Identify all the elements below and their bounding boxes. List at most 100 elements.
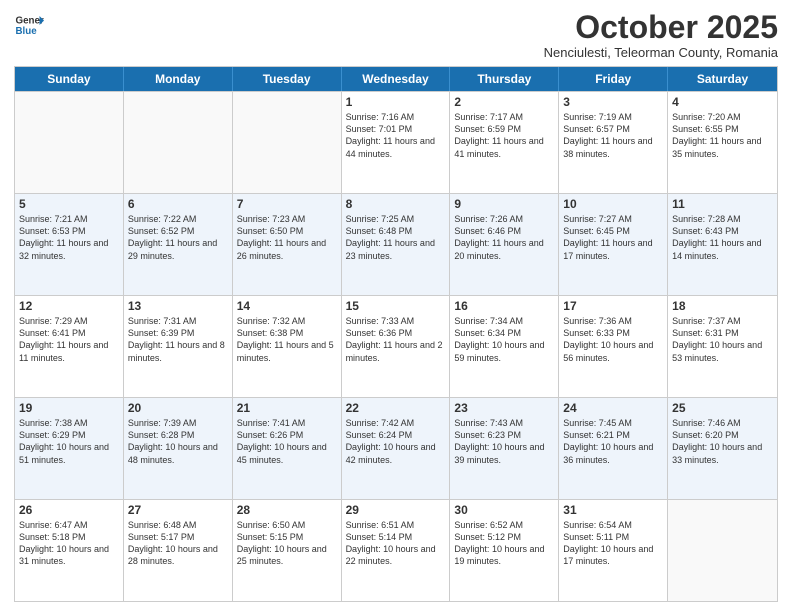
calendar: SundayMondayTuesdayWednesdayThursdayFrid… [14, 66, 778, 602]
day-cell-28: 28 Sunrise: 6:50 AM Sunset: 5:15 PM Dayli… [233, 500, 342, 601]
day-info: Sunrise: 7:20 AM Sunset: 6:55 PM Dayligh… [672, 111, 773, 160]
day-info: Sunrise: 7:43 AM Sunset: 6:23 PM Dayligh… [454, 417, 554, 466]
month-title: October 2025 [544, 10, 778, 45]
day-info: Sunrise: 7:39 AM Sunset: 6:28 PM Dayligh… [128, 417, 228, 466]
day-cell-29: 29 Sunrise: 6:51 AM Sunset: 5:14 PM Dayli… [342, 500, 451, 601]
week-row-4: 26 Sunrise: 6:47 AM Sunset: 5:18 PM Dayli… [15, 499, 777, 601]
day-number: 10 [563, 197, 663, 211]
empty-cell [124, 92, 233, 193]
day-info: Sunrise: 6:50 AM Sunset: 5:15 PM Dayligh… [237, 519, 337, 568]
day-info: Sunrise: 7:37 AM Sunset: 6:31 PM Dayligh… [672, 315, 773, 364]
day-info: Sunrise: 7:16 AM Sunset: 7:01 PM Dayligh… [346, 111, 446, 160]
header-day-wednesday: Wednesday [342, 67, 451, 91]
day-cell-14: 14Sunrise: 7:32 AM Sunset: 6:38 PM Dayli… [233, 296, 342, 397]
day-number: 25 [672, 401, 773, 415]
day-cell-4: 4 Sunrise: 7:20 AM Sunset: 6:55 PM Daylig… [668, 92, 777, 193]
day-cell-7: 7 Sunrise: 7:23 AM Sunset: 6:50 PM Daylig… [233, 194, 342, 295]
calendar-body: 1 Sunrise: 7:16 AM Sunset: 7:01 PM Daylig… [15, 91, 777, 601]
day-number: 26 [19, 503, 119, 517]
day-number: 17 [563, 299, 663, 313]
header-day-monday: Monday [124, 67, 233, 91]
day-cell-15: 15 Sunrise: 7:33 AM Sunset: 6:36 PM Dayli… [342, 296, 451, 397]
day-number: 18 [672, 299, 773, 313]
day-cell-27: 27 Sunrise: 6:48 AM Sunset: 5:17 PM Dayli… [124, 500, 233, 601]
page: General Blue October 2025 Nenciulesti, T… [0, 0, 792, 612]
day-number: 16 [454, 299, 554, 313]
day-number: 1 [346, 95, 446, 109]
day-info: Sunrise: 7:22 AM Sunset: 6:52 PM Dayligh… [128, 213, 228, 262]
day-cell-6: 6Sunrise: 7:22 AM Sunset: 6:52 PM Daylig… [124, 194, 233, 295]
day-cell-8: 8 Sunrise: 7:25 AM Sunset: 6:48 PM Daylig… [342, 194, 451, 295]
day-number: 2 [454, 95, 554, 109]
day-info: Sunrise: 7:45 AM Sunset: 6:21 PM Dayligh… [563, 417, 663, 466]
day-number: 5 [19, 197, 119, 211]
day-cell-21: 21 Sunrise: 7:41 AM Sunset: 6:26 PM Dayli… [233, 398, 342, 499]
day-cell-5: 5Sunrise: 7:21 AM Sunset: 6:53 PM Daylig… [15, 194, 124, 295]
day-number: 13 [128, 299, 228, 313]
logo-icon: General Blue [14, 10, 44, 40]
day-cell-19: 19Sunrise: 7:38 AM Sunset: 6:29 PM Dayli… [15, 398, 124, 499]
day-number: 31 [563, 503, 663, 517]
day-info: Sunrise: 6:52 AM Sunset: 5:12 PM Dayligh… [454, 519, 554, 568]
day-cell-22: 22Sunrise: 7:42 AM Sunset: 6:24 PM Dayli… [342, 398, 451, 499]
day-number: 15 [346, 299, 446, 313]
day-info: Sunrise: 7:28 AM Sunset: 6:43 PM Dayligh… [672, 213, 773, 262]
day-cell-31: 31 Sunrise: 6:54 AM Sunset: 5:11 PM Dayli… [559, 500, 668, 601]
day-info: Sunrise: 6:47 AM Sunset: 5:18 PM Dayligh… [19, 519, 119, 568]
day-number: 3 [563, 95, 663, 109]
svg-text:Blue: Blue [16, 26, 38, 37]
empty-cell [233, 92, 342, 193]
day-number: 19 [19, 401, 119, 415]
day-cell-23: 23Sunrise: 7:43 AM Sunset: 6:23 PM Dayli… [450, 398, 559, 499]
day-cell-17: 17 Sunrise: 7:36 AM Sunset: 6:33 PM Dayli… [559, 296, 668, 397]
day-cell-12: 12 Sunrise: 7:29 AM Sunset: 6:41 PM Dayli… [15, 296, 124, 397]
day-number: 11 [672, 197, 773, 211]
day-number: 21 [237, 401, 337, 415]
day-info: Sunrise: 7:36 AM Sunset: 6:33 PM Dayligh… [563, 315, 663, 364]
header-day-friday: Friday [559, 67, 668, 91]
day-cell-20: 20 Sunrise: 7:39 AM Sunset: 6:28 PM Dayli… [124, 398, 233, 499]
day-number: 28 [237, 503, 337, 517]
day-number: 29 [346, 503, 446, 517]
day-info: Sunrise: 7:29 AM Sunset: 6:41 PM Dayligh… [19, 315, 119, 364]
day-info: Sunrise: 6:48 AM Sunset: 5:17 PM Dayligh… [128, 519, 228, 568]
day-cell-13: 13 Sunrise: 7:31 AM Sunset: 6:39 PM Dayli… [124, 296, 233, 397]
day-cell-10: 10Sunrise: 7:27 AM Sunset: 6:45 PM Dayli… [559, 194, 668, 295]
day-cell-30: 30Sunrise: 6:52 AM Sunset: 5:12 PM Dayli… [450, 500, 559, 601]
day-number: 9 [454, 197, 554, 211]
header-day-sunday: Sunday [15, 67, 124, 91]
day-cell-11: 11 Sunrise: 7:28 AM Sunset: 6:43 PM Dayli… [668, 194, 777, 295]
day-cell-16: 16 Sunrise: 7:34 AM Sunset: 6:34 PM Dayli… [450, 296, 559, 397]
day-cell-24: 24 Sunrise: 7:45 AM Sunset: 6:21 PM Dayli… [559, 398, 668, 499]
day-info: Sunrise: 7:19 AM Sunset: 6:57 PM Dayligh… [563, 111, 663, 160]
day-info: Sunrise: 6:54 AM Sunset: 5:11 PM Dayligh… [563, 519, 663, 568]
day-info: Sunrise: 7:41 AM Sunset: 6:26 PM Dayligh… [237, 417, 337, 466]
day-cell-25: 25Sunrise: 7:46 AM Sunset: 6:20 PM Dayli… [668, 398, 777, 499]
day-cell-9: 9Sunrise: 7:26 AM Sunset: 6:46 PM Daylig… [450, 194, 559, 295]
day-number: 4 [672, 95, 773, 109]
header-day-tuesday: Tuesday [233, 67, 342, 91]
week-row-3: 19Sunrise: 7:38 AM Sunset: 6:29 PM Dayli… [15, 397, 777, 499]
day-number: 20 [128, 401, 228, 415]
calendar-header: SundayMondayTuesdayWednesdayThursdayFrid… [15, 67, 777, 91]
day-info: Sunrise: 7:31 AM Sunset: 6:39 PM Dayligh… [128, 315, 228, 364]
day-info: Sunrise: 7:25 AM Sunset: 6:48 PM Dayligh… [346, 213, 446, 262]
day-cell-2: 2 Sunrise: 7:17 AM Sunset: 6:59 PM Daylig… [450, 92, 559, 193]
day-number: 7 [237, 197, 337, 211]
day-number: 24 [563, 401, 663, 415]
day-info: Sunrise: 7:23 AM Sunset: 6:50 PM Dayligh… [237, 213, 337, 262]
day-info: Sunrise: 7:17 AM Sunset: 6:59 PM Dayligh… [454, 111, 554, 160]
week-row-0: 1 Sunrise: 7:16 AM Sunset: 7:01 PM Daylig… [15, 91, 777, 193]
day-info: Sunrise: 7:42 AM Sunset: 6:24 PM Dayligh… [346, 417, 446, 466]
day-info: Sunrise: 7:34 AM Sunset: 6:34 PM Dayligh… [454, 315, 554, 364]
day-number: 8 [346, 197, 446, 211]
header-day-thursday: Thursday [450, 67, 559, 91]
day-number: 27 [128, 503, 228, 517]
empty-cell [668, 500, 777, 601]
day-info: Sunrise: 6:51 AM Sunset: 5:14 PM Dayligh… [346, 519, 446, 568]
header: General Blue October 2025 Nenciulesti, T… [14, 10, 778, 60]
day-cell-26: 26 Sunrise: 6:47 AM Sunset: 5:18 PM Dayli… [15, 500, 124, 601]
day-number: 12 [19, 299, 119, 313]
day-info: Sunrise: 7:33 AM Sunset: 6:36 PM Dayligh… [346, 315, 446, 364]
week-row-1: 5Sunrise: 7:21 AM Sunset: 6:53 PM Daylig… [15, 193, 777, 295]
